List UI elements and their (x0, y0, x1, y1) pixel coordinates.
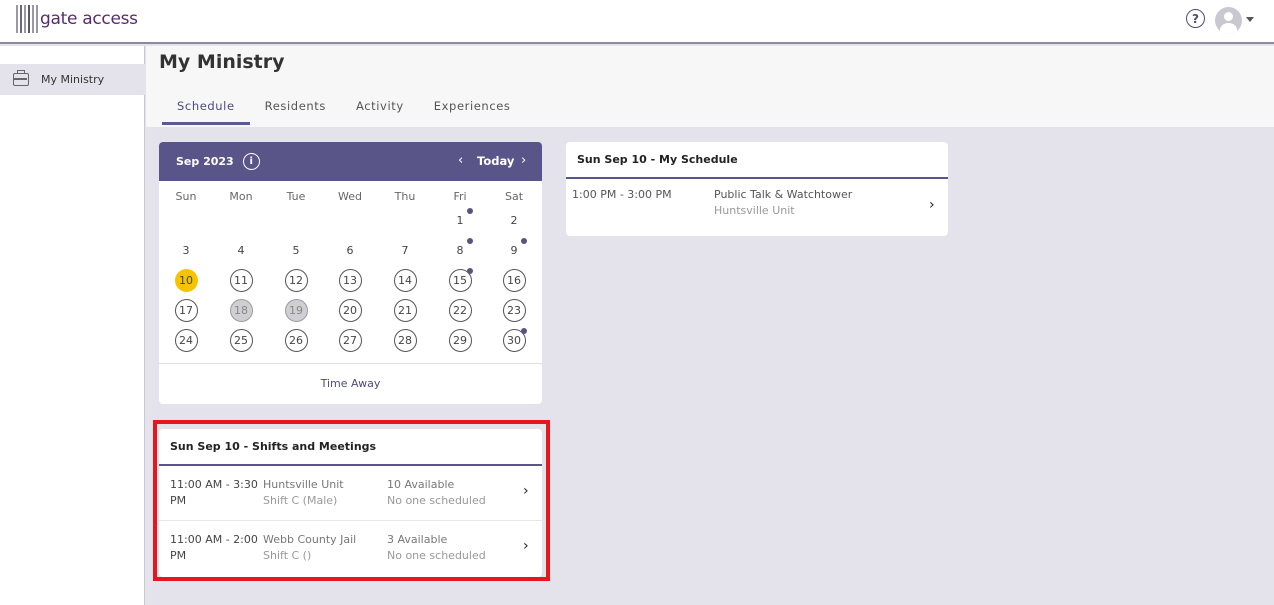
briefcase-icon (13, 70, 29, 86)
calendar-day-6[interactable]: 6 (339, 239, 362, 262)
weekday-label: Sun (175, 190, 197, 203)
calendar-day-17[interactable]: 17 (174, 298, 198, 322)
chevron-down-icon[interactable] (1246, 17, 1254, 22)
calendar-day-24[interactable]: 24 (174, 328, 198, 352)
calendar-day-14[interactable]: 14 (393, 268, 417, 292)
calendar-day-16[interactable]: 16 (502, 268, 526, 292)
tab-bar: Schedule Residents Activity Experiences (162, 96, 526, 125)
sidebar-item-my-ministry[interactable]: My Ministry (0, 64, 145, 95)
info-icon[interactable]: i (242, 153, 260, 170)
shift-time-start: 11:00 AM - 3:30 (170, 478, 258, 491)
shift-name: Shift C () (263, 549, 312, 562)
shift-scheduled: No one scheduled (387, 549, 486, 562)
shifts-meetings-title: Sun Sep 10 - Shifts and Meetings (159, 429, 542, 466)
chevron-right-icon[interactable]: › (523, 538, 529, 554)
shift-unit: Huntsville Unit (263, 478, 344, 491)
shifts-meetings-card: Sun Sep 10 - Shifts and Meetings 11:00 A… (159, 429, 542, 577)
calendar-day-4[interactable]: 4 (230, 239, 253, 262)
calendar-day-18[interactable]: 18 (229, 298, 253, 322)
calendar-day-3[interactable]: 3 (175, 239, 198, 262)
calendar-day-10[interactable]: 10 (174, 268, 198, 292)
weekday-label: Thu (394, 190, 416, 203)
shift-available: 3 Available (387, 533, 448, 546)
shift-row[interactable]: 11:00 AM - 2:00 PM Webb County Jail Shif… (159, 521, 542, 576)
tab-residents[interactable]: Residents (250, 96, 341, 125)
calendar-day-5[interactable]: 5 (285, 239, 308, 262)
my-schedule-card: Sun Sep 10 - My Schedule 1:00 PM - 3:00 … (566, 142, 948, 236)
calendar-day-23[interactable]: 23 (502, 298, 526, 322)
today-button[interactable]: Today (477, 154, 514, 168)
schedule-row[interactable]: 1:00 PM - 3:00 PM Public Talk & Watchtow… (566, 179, 948, 234)
user-avatar-icon[interactable] (1215, 7, 1242, 34)
calendar-day-22[interactable]: 22 (448, 298, 472, 322)
shift-row[interactable]: 11:00 AM - 3:30 PM Huntsville Unit Shift… (159, 466, 542, 521)
event-dot-icon (467, 238, 473, 244)
calendar-day-12[interactable]: 12 (284, 268, 308, 292)
event-dot-icon (467, 208, 473, 214)
tab-experiences[interactable]: Experiences (419, 96, 526, 125)
weekday-label: Sat (504, 190, 524, 203)
weekday-label: Tue (286, 190, 306, 203)
event-dot-icon (521, 328, 527, 334)
event-dot-icon (521, 238, 527, 244)
calendar-day-25[interactable]: 25 (229, 328, 253, 352)
shift-time-start: 11:00 AM - 2:00 (170, 533, 258, 546)
page-title: My Ministry (159, 51, 285, 73)
calendar-day-21[interactable]: 21 (393, 298, 417, 322)
shift-time-end: PM (170, 549, 187, 562)
calendar-day-13[interactable]: 13 (338, 268, 362, 292)
chevron-left-icon[interactable]: ‹ (458, 153, 463, 168)
calendar-day-29[interactable]: 29 (448, 328, 472, 352)
weekday-label: Fri (453, 190, 467, 203)
help-icon[interactable]: ? (1186, 9, 1205, 28)
chevron-right-icon[interactable]: › (523, 483, 529, 499)
chevron-right-icon[interactable]: › (929, 197, 935, 213)
chevron-right-icon[interactable]: › (521, 153, 526, 168)
calendar-card: Sep 2023 i ‹ Today › Sun Mon Tue Wed Thu Fri S… (159, 142, 542, 404)
calendar-day-2[interactable]: 2 (503, 209, 526, 232)
tab-schedule[interactable]: Schedule (162, 96, 250, 125)
shift-time-end: PM (170, 494, 187, 507)
page-header: My Ministry Schedule Residents Activity … (146, 46, 1274, 127)
divider (159, 363, 542, 364)
calendar-day-27[interactable]: 27 (338, 328, 362, 352)
gate-access-logo[interactable]: gate access (16, 4, 138, 34)
calendar-day-11[interactable]: 11 (229, 268, 253, 292)
shift-name: Shift C (Male) (263, 494, 338, 507)
schedule-location: Huntsville Unit (714, 204, 795, 217)
schedule-time: 1:00 PM - 3:00 PM (572, 188, 672, 201)
tab-activity[interactable]: Activity (341, 96, 419, 125)
logo-bars-icon (16, 5, 38, 33)
time-away-link[interactable]: Time Away (159, 377, 542, 390)
calendar-month-label: Sep 2023 (176, 155, 234, 168)
calendar-day-28[interactable]: 28 (393, 328, 417, 352)
calendar-day-20[interactable]: 20 (338, 298, 362, 322)
event-dot-icon (467, 268, 473, 274)
top-bar: gate access ? (0, 0, 1274, 44)
shift-available: 10 Available (387, 478, 455, 491)
weekday-label: Mon (229, 190, 253, 203)
schedule-name: Public Talk & Watchtower (714, 188, 853, 201)
sidebar: My Ministry (0, 46, 145, 605)
logo-text: gate access (40, 9, 138, 29)
sidebar-item-label: My Ministry (41, 73, 105, 86)
shift-scheduled: No one scheduled (387, 494, 486, 507)
shift-unit: Webb County Jail (263, 533, 357, 546)
calendar-day-19[interactable]: 19 (284, 298, 308, 322)
calendar-day-26[interactable]: 26 (284, 328, 308, 352)
calendar-day-7[interactable]: 7 (394, 239, 417, 262)
calendar-header: Sep 2023 i ‹ Today › (159, 142, 542, 181)
my-schedule-title: Sun Sep 10 - My Schedule (566, 142, 948, 179)
weekday-label: Wed (338, 190, 362, 203)
